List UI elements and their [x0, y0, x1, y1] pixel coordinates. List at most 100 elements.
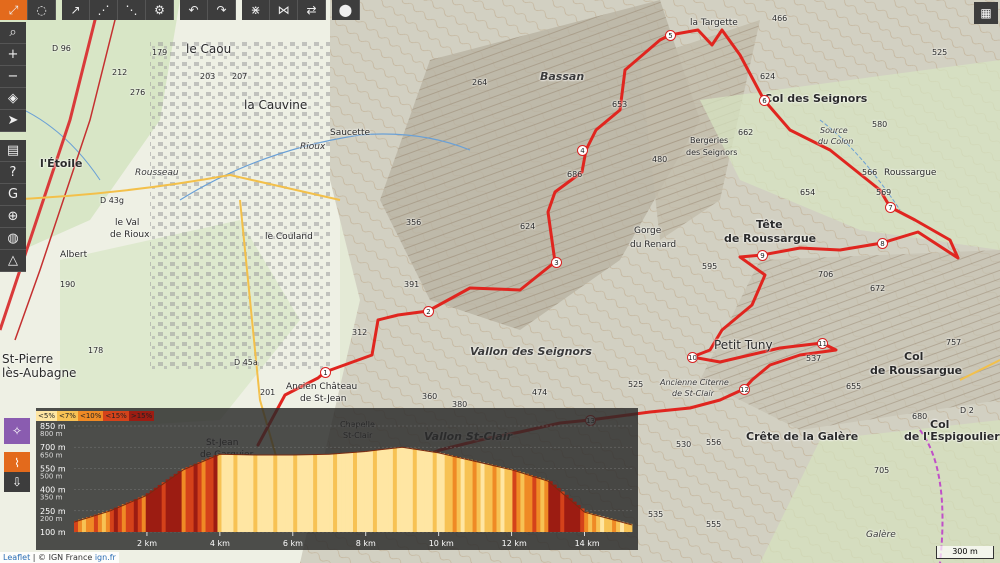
locate-button[interactable]: ➤ — [0, 110, 26, 132]
profile-segment — [488, 464, 493, 532]
bike-button[interactable]: ⚙ — [146, 0, 174, 20]
waypoint-marker[interactable]: 10 — [687, 352, 698, 363]
waypoint-marker[interactable]: 3 — [551, 257, 562, 268]
profile-segment — [384, 448, 390, 532]
waypoint-marker[interactable]: 11 — [817, 338, 828, 349]
waypoint-marker[interactable]: 2 — [423, 306, 434, 317]
attribution-text: | © IGN France — [32, 553, 93, 562]
profile-segment — [468, 459, 473, 532]
profile-segment — [472, 460, 477, 532]
profile-segment — [392, 447, 398, 532]
undo-button[interactable]: ↶ — [180, 0, 208, 20]
profile-segment — [364, 451, 370, 532]
profile-segment — [572, 501, 577, 532]
fullscreen-button[interactable]: ▦ — [974, 2, 998, 24]
waypoint-marker[interactable]: 12 — [739, 384, 750, 395]
reverse-button[interactable]: ⇄ — [298, 0, 326, 20]
profile-segment — [157, 484, 163, 532]
profile-segment — [400, 447, 406, 532]
profile-segment — [508, 469, 513, 532]
globe-button[interactable]: ◍ — [0, 228, 26, 250]
redo-button[interactable]: ↷ — [208, 0, 236, 20]
waypoint-marker[interactable]: 5 — [665, 30, 676, 41]
profile-segment — [113, 507, 119, 532]
slope-legend-item: <10% — [77, 411, 104, 421]
waypoint-marker[interactable]: 7 — [885, 202, 896, 213]
profile-segment — [189, 465, 194, 532]
profile-segment — [345, 452, 350, 532]
profile-segment — [353, 452, 358, 532]
profile-segment — [548, 481, 553, 532]
zoom-out-button[interactable]: − — [0, 66, 26, 88]
slope-legend: <5% <7% <10% <15% >15% — [36, 411, 155, 421]
print-button[interactable]: ▤ — [0, 140, 26, 162]
help-icon: ? — [9, 165, 17, 180]
profile-segment — [588, 513, 593, 532]
profile-segment — [456, 457, 462, 532]
waypoint-marker[interactable]: 8 — [877, 238, 888, 249]
waypoint-marker[interactable]: 9 — [757, 250, 768, 261]
profile-segment — [233, 454, 238, 532]
profile-tool-icon[interactable]: ✧ — [4, 418, 30, 444]
search-button[interactable]: ⌕ — [0, 22, 26, 44]
route-edit-button[interactable]: ⋱ — [118, 0, 146, 20]
y-tick-label: 200 m — [40, 515, 63, 523]
profile-segment — [524, 473, 529, 532]
profile-segment — [237, 454, 242, 532]
profile-segment — [440, 453, 446, 532]
profile-segment — [301, 454, 306, 532]
profile-segment — [544, 479, 549, 532]
eye-off-icon: ◌ — [36, 3, 47, 17]
profile-segment — [349, 452, 354, 532]
layers-button[interactable]: ◈ — [0, 88, 26, 110]
nodes-out-icon: ⋈ — [277, 3, 290, 17]
profile-segment — [592, 514, 597, 532]
terrain-icon: △ — [8, 253, 18, 268]
profile-export-button[interactable]: ⇩ — [4, 472, 30, 492]
nodes-in-button[interactable]: ⋇ — [242, 0, 270, 20]
profile-segment — [568, 498, 573, 532]
profile-segment — [197, 462, 202, 532]
slope-legend-item: <7% — [56, 411, 78, 421]
expand-button[interactable]: ⤢ — [0, 0, 28, 20]
slope-legend-item: <15% — [103, 411, 129, 421]
y-tick-label: 650 m — [40, 451, 63, 459]
locate-icon: ➤ — [7, 113, 19, 128]
nodes-out-button[interactable]: ⋈ — [270, 0, 298, 20]
profile-segment — [273, 454, 278, 532]
y-tick-label: 500 m — [40, 472, 63, 480]
profile-segment — [257, 454, 262, 532]
waypoint-marker[interactable]: 6 — [759, 95, 770, 106]
x-tick-label: 12 km — [502, 539, 527, 548]
terrain-button[interactable]: △ — [0, 250, 26, 272]
profile-segment — [293, 454, 298, 532]
leaflet-link[interactable]: Leaflet — [3, 553, 30, 562]
route-node-icon: ⋰ — [97, 3, 110, 17]
profile-segment — [616, 520, 621, 532]
route-node-button[interactable]: ⋰ — [90, 0, 118, 20]
profile-segment — [297, 454, 302, 532]
elevation-profile-chart: 850 m700 m550 m400 m250 m100 m800 m650 m… — [40, 422, 633, 548]
scale-label: 300 m — [952, 547, 978, 556]
profile-toggle-button[interactable]: ⌇ — [4, 452, 30, 474]
waypoint-marker[interactable]: 1 — [320, 367, 331, 378]
x-tick-label: 4 km — [210, 539, 230, 548]
pin-button[interactable]: ⬤ — [332, 0, 360, 20]
google-button[interactable]: G — [0, 184, 26, 206]
help-button[interactable]: ? — [0, 162, 26, 184]
profile-segment — [552, 484, 557, 532]
profile-segment — [325, 454, 330, 532]
crosshair-button[interactable]: ⊕ — [0, 206, 26, 228]
profile-segment — [289, 454, 294, 532]
expand-icon: ⤢ — [8, 3, 19, 17]
zoom-in-button[interactable]: + — [0, 44, 26, 66]
profile-segment — [608, 518, 613, 532]
profile-segment — [372, 450, 378, 532]
route-draw-button[interactable]: ↗ — [62, 0, 90, 20]
profile-segment — [109, 509, 115, 532]
profile-segment — [532, 476, 537, 532]
ign-link[interactable]: ign.fr — [95, 553, 116, 562]
eye-off-button[interactable]: ◌ — [28, 0, 56, 20]
waypoint-marker[interactable]: 4 — [577, 145, 588, 156]
map-scale: 300 m — [936, 546, 994, 559]
